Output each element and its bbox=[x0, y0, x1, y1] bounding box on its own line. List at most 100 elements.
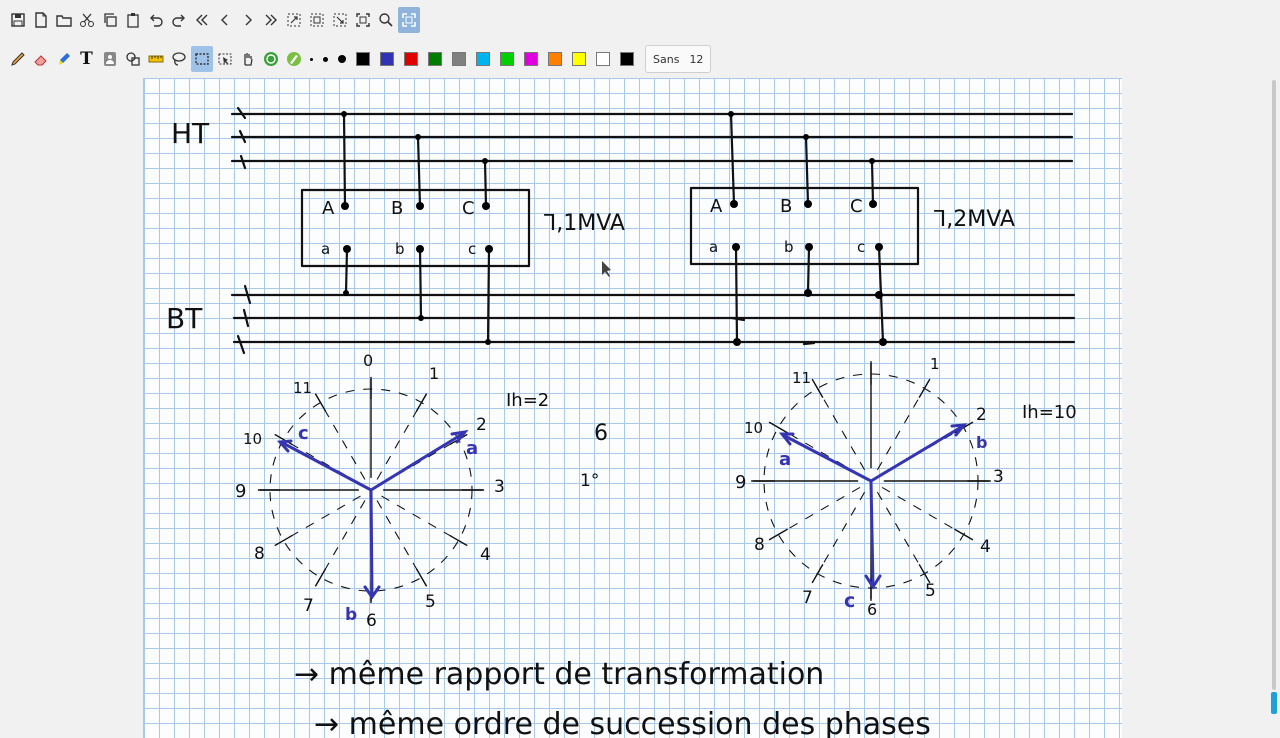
left-label-c: c bbox=[298, 423, 309, 444]
right-clock-index: Ih=10 bbox=[1022, 402, 1077, 423]
select-rect-button[interactable] bbox=[190, 46, 213, 72]
clock-spoke bbox=[881, 486, 976, 542]
left-hour-9: 9 bbox=[235, 481, 246, 502]
last-page-icon bbox=[265, 14, 277, 26]
vertical-scrollbar[interactable] bbox=[1272, 80, 1276, 690]
left-hour-5: 5 bbox=[425, 592, 436, 612]
color-swatch-6[interactable] bbox=[500, 52, 514, 66]
font-name: Sans bbox=[653, 52, 680, 66]
left-rating: ⅂,1MVA bbox=[544, 211, 625, 236]
pen-icon bbox=[10, 52, 25, 66]
font-select-button[interactable]: Sans 12 bbox=[645, 45, 712, 73]
right-hour-3: 3 bbox=[993, 467, 1004, 487]
eraser-button[interactable] bbox=[30, 46, 52, 72]
color-swatch-2[interactable] bbox=[404, 52, 418, 66]
left-hour-2: 2 bbox=[476, 415, 487, 435]
lasso-button[interactable] bbox=[168, 46, 190, 72]
copy-button[interactable] bbox=[99, 7, 121, 33]
middle-note-6: 6 bbox=[594, 421, 608, 446]
bt-label: BT bbox=[166, 302, 203, 335]
left-primary-a: A bbox=[322, 198, 335, 219]
zoom-search-icon bbox=[378, 13, 393, 27]
save-icon bbox=[10, 13, 25, 27]
select-object-button[interactable] bbox=[214, 46, 236, 72]
new-page-button[interactable] bbox=[30, 7, 52, 33]
right-hour-6: 6 bbox=[867, 600, 877, 619]
left-label-b: b bbox=[345, 605, 357, 625]
hand-button[interactable] bbox=[237, 46, 259, 72]
pen-button[interactable] bbox=[7, 46, 29, 72]
right-transformer: A B C a b c ⅂,2MVA bbox=[689, 111, 1015, 346]
zoom-search-button[interactable] bbox=[375, 7, 397, 33]
image-button[interactable] bbox=[99, 46, 121, 72]
first-page-button[interactable] bbox=[191, 7, 213, 33]
eraser-icon bbox=[33, 55, 47, 66]
ht-label: HT bbox=[171, 117, 210, 150]
ruler-icon bbox=[148, 55, 163, 63]
next-page-button[interactable] bbox=[237, 7, 259, 33]
cut-button[interactable] bbox=[76, 7, 98, 33]
notebook-page[interactable]: HT BT A B C a b c ⅂,1MVA A B C a b c ⅂,2… bbox=[143, 78, 1122, 738]
color-swatch-0[interactable] bbox=[356, 52, 370, 66]
bottom-line-2: → même ordre de succession des phases bbox=[314, 707, 931, 738]
pen-settings-button[interactable] bbox=[283, 46, 305, 72]
scrollbar-thumb[interactable] bbox=[1271, 692, 1277, 714]
right-hour-7: 7 bbox=[802, 588, 813, 608]
left-transformer: A B C a b c ⅂,1MVA bbox=[300, 111, 625, 345]
main-toolbar bbox=[0, 3, 420, 37]
bt-busbars bbox=[230, 284, 1076, 355]
right-hour-4: 4 bbox=[980, 537, 991, 557]
color-swatch-11[interactable] bbox=[620, 52, 634, 66]
paste-button[interactable] bbox=[122, 7, 144, 33]
ruler-button[interactable] bbox=[145, 46, 167, 72]
color-swatch-3[interactable] bbox=[428, 52, 442, 66]
left-hour-6: 6 bbox=[366, 611, 377, 631]
zoom-region-button[interactable] bbox=[283, 7, 305, 33]
right-clock-diagram: a b c bbox=[751, 361, 991, 612]
left-phasor-c bbox=[279, 440, 373, 492]
last-page-button[interactable] bbox=[260, 7, 282, 33]
color-swatch-4[interactable] bbox=[452, 52, 466, 66]
pen-settings-icon bbox=[286, 52, 301, 66]
left-clock-diagram: a b c bbox=[257, 376, 485, 625]
fullscreen-button[interactable] bbox=[397, 7, 420, 33]
shapes-button[interactable] bbox=[122, 46, 144, 72]
right-secondary-b: b bbox=[784, 238, 794, 256]
open-button[interactable] bbox=[53, 7, 75, 33]
medium-stroke-button[interactable] bbox=[323, 56, 328, 62]
redo-button[interactable] bbox=[168, 7, 190, 33]
zoom-select-button[interactable] bbox=[329, 7, 351, 33]
save-button[interactable] bbox=[7, 7, 29, 33]
thin-stroke-button[interactable] bbox=[310, 57, 313, 61]
right-label-b: b bbox=[976, 433, 987, 452]
tools-toolbar: T Sans 12 bbox=[0, 42, 712, 76]
color-swatch-9[interactable] bbox=[572, 52, 586, 66]
right-phasor-c bbox=[869, 479, 875, 588]
hand-icon bbox=[243, 53, 253, 66]
image-icon bbox=[103, 52, 116, 66]
bottom-line-1: → même rapport de transformation bbox=[294, 657, 824, 692]
previous-page-button[interactable] bbox=[214, 7, 236, 33]
undo-button[interactable] bbox=[145, 7, 167, 33]
zoom-fit-icon bbox=[310, 13, 323, 27]
mouse-cursor-icon bbox=[602, 261, 611, 277]
zoom-page-button[interactable] bbox=[352, 7, 374, 33]
color-swatch-5[interactable] bbox=[476, 52, 490, 66]
color-swatch-10[interactable] bbox=[596, 52, 610, 66]
play-button[interactable] bbox=[260, 46, 282, 72]
highlighter-button[interactable] bbox=[53, 46, 75, 72]
left-hour-1: 1 bbox=[429, 364, 439, 383]
thick-stroke-button[interactable] bbox=[338, 55, 346, 63]
clock-spoke bbox=[810, 376, 866, 471]
right-hour-1: 1 bbox=[930, 355, 940, 373]
zoom-fit-button[interactable] bbox=[306, 7, 328, 33]
lasso-icon bbox=[171, 52, 186, 66]
color-swatch-8[interactable] bbox=[548, 52, 562, 66]
text-tool-button[interactable]: T bbox=[76, 46, 98, 72]
left-hour-10: 10 bbox=[243, 430, 262, 448]
left-primary-b: B bbox=[391, 198, 403, 219]
color-swatch-1[interactable] bbox=[380, 52, 394, 66]
color-swatch-7[interactable] bbox=[524, 52, 538, 66]
right-phasor-a bbox=[781, 433, 873, 483]
left-secondary-c: c bbox=[468, 240, 476, 258]
